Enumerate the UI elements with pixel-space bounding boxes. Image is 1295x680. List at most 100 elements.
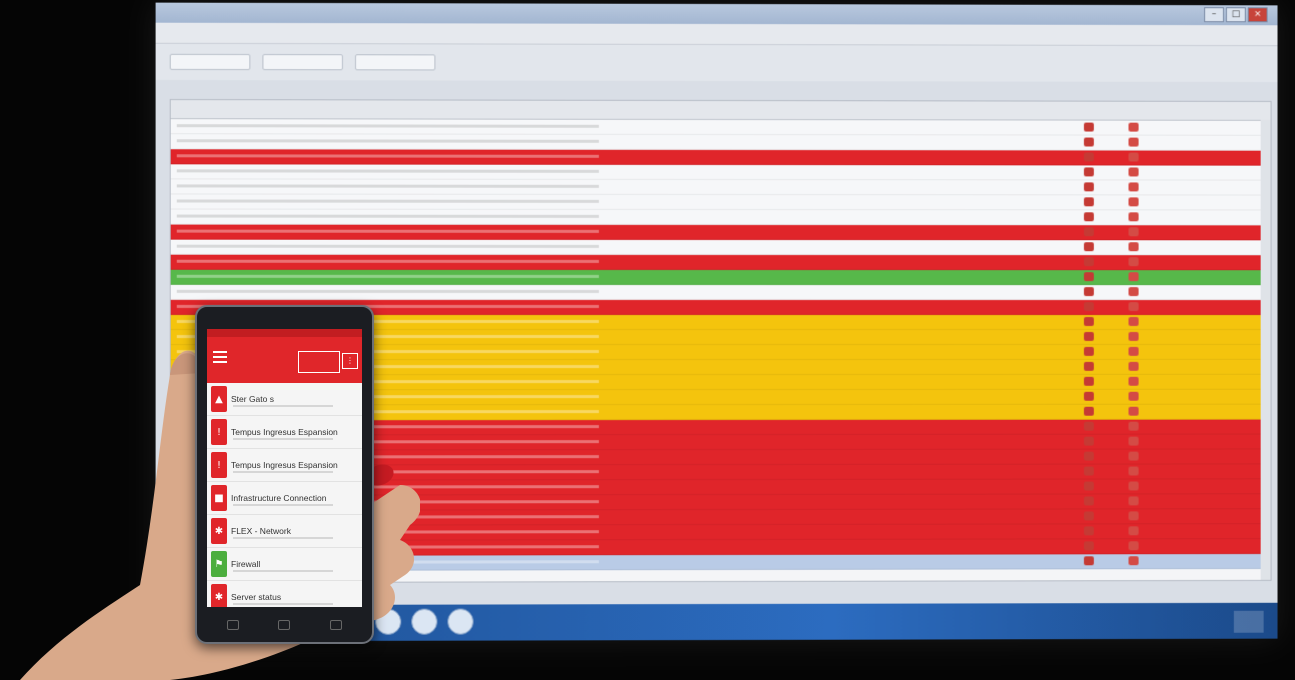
mail-icon	[1083, 302, 1094, 312]
row-text	[176, 139, 599, 143]
status-icon	[1128, 541, 1139, 551]
status-icon	[1128, 346, 1139, 356]
table-row[interactable]	[170, 134, 1271, 151]
table-row[interactable]	[170, 224, 1271, 241]
table-row[interactable]	[170, 119, 1271, 136]
table-row[interactable]	[170, 209, 1271, 226]
list-item-label: FLEX - Network	[231, 526, 291, 536]
table-row[interactable]	[170, 179, 1271, 196]
list-item-subtitle	[233, 471, 333, 473]
status-icon	[1128, 257, 1139, 267]
smartphone: ⋮ ▲ Ster Gato s! Tempus Ingresus Espansion…	[195, 305, 374, 644]
row-text	[176, 169, 599, 173]
list-item-label: Server status	[231, 592, 282, 602]
status-icon	[1128, 302, 1139, 312]
status-icon	[1128, 167, 1139, 177]
status-icon	[1128, 212, 1139, 222]
list-item[interactable]: ■ Infrastructure Connection	[207, 482, 362, 515]
list-item[interactable]: ! Tempus Ingresus Espansion	[207, 449, 362, 482]
row-text	[176, 259, 599, 263]
table-row[interactable]	[170, 284, 1271, 301]
header-badge[interactable]	[298, 351, 340, 373]
home-icon[interactable]	[278, 620, 291, 630]
mail-icon	[1083, 272, 1094, 282]
more-options-icon[interactable]: ⋮	[342, 353, 358, 369]
mail-icon	[1083, 526, 1094, 536]
mail-icon	[1083, 406, 1094, 416]
alert-icon: !	[211, 419, 227, 445]
status-icon	[1128, 451, 1139, 461]
mail-icon	[1083, 436, 1094, 446]
mail-icon	[1083, 496, 1094, 506]
mail-icon	[1083, 227, 1094, 237]
row-text	[176, 184, 599, 188]
mail-icon	[1083, 556, 1094, 566]
row-text	[176, 274, 599, 278]
table-row[interactable]	[170, 164, 1271, 181]
list-item-subtitle	[233, 438, 333, 440]
table-row[interactable]	[170, 149, 1271, 166]
toolbar-button-3[interactable]	[355, 54, 436, 71]
mail-icon	[1083, 317, 1094, 326]
row-text	[176, 229, 599, 233]
status-icon	[1128, 272, 1139, 282]
taskbar-app-icon[interactable]	[447, 608, 474, 635]
close-button[interactable]: ×	[1247, 7, 1268, 23]
mail-icon	[1083, 361, 1094, 371]
list-item-subtitle	[233, 603, 333, 605]
mail-icon	[1083, 421, 1094, 431]
toolbar-button-2[interactable]	[262, 54, 343, 71]
status-icon	[1128, 197, 1139, 207]
mail-icon	[1083, 182, 1094, 192]
table-row[interactable]	[170, 239, 1271, 256]
status-icon	[1128, 391, 1139, 401]
list-item-subtitle	[233, 570, 333, 572]
minimize-button[interactable]: –	[1204, 7, 1224, 23]
status-icon	[1128, 242, 1139, 252]
list-item-subtitle	[233, 504, 333, 506]
table-row[interactable]	[170, 194, 1271, 211]
status-icon	[1128, 361, 1139, 371]
list-item-label: Infrastructure Connection	[231, 493, 327, 503]
status-icon	[1128, 376, 1139, 386]
list-item[interactable]: ✱ FLEX - Network	[207, 515, 362, 548]
status-icon	[1128, 466, 1139, 476]
table-row[interactable]	[170, 269, 1271, 286]
bell-icon: ▲	[211, 386, 227, 412]
status-icon	[1128, 496, 1139, 506]
row-text	[176, 199, 599, 203]
status-icon	[1128, 421, 1139, 431]
mail-icon	[1083, 257, 1094, 267]
list-item[interactable]: ✱ Server status	[207, 581, 362, 607]
list-item[interactable]: ! Tempus Ingresus Espansion	[207, 416, 362, 449]
row-text	[176, 214, 599, 218]
phone-nav-bar	[207, 614, 362, 636]
vertical-scrollbar[interactable]	[1260, 119, 1271, 580]
row-text	[176, 244, 599, 248]
status-icon	[1128, 406, 1139, 416]
lock-icon: ■	[211, 485, 227, 511]
alert-icon: !	[211, 452, 227, 478]
list-item[interactable]: ⚑ Firewall	[207, 548, 362, 581]
mail-icon	[1083, 197, 1094, 207]
hamburger-menu-icon[interactable]	[213, 351, 227, 363]
mail-icon	[1083, 152, 1094, 162]
gear-icon: ✱	[211, 518, 227, 544]
list-item[interactable]: ▲ Ster Gato s	[207, 383, 362, 416]
window-titlebar: – □ ×	[155, 2, 1278, 26]
status-icon	[1128, 227, 1139, 237]
status-bar	[207, 329, 362, 337]
search-icon[interactable]	[330, 620, 343, 630]
status-icon	[1128, 436, 1139, 446]
maximize-button[interactable]: □	[1225, 7, 1246, 23]
phone-screen: ⋮ ▲ Ster Gato s! Tempus Ingresus Espansion…	[207, 329, 362, 607]
row-text	[176, 124, 599, 128]
mail-icon	[1083, 287, 1094, 297]
back-icon[interactable]	[226, 620, 239, 630]
table-row[interactable]	[170, 254, 1271, 271]
status-icon	[1128, 511, 1139, 521]
system-clock	[1233, 610, 1264, 633]
toolbar-button-1[interactable]	[169, 53, 251, 71]
mail-icon	[1083, 481, 1094, 491]
status-icon	[1128, 331, 1139, 341]
